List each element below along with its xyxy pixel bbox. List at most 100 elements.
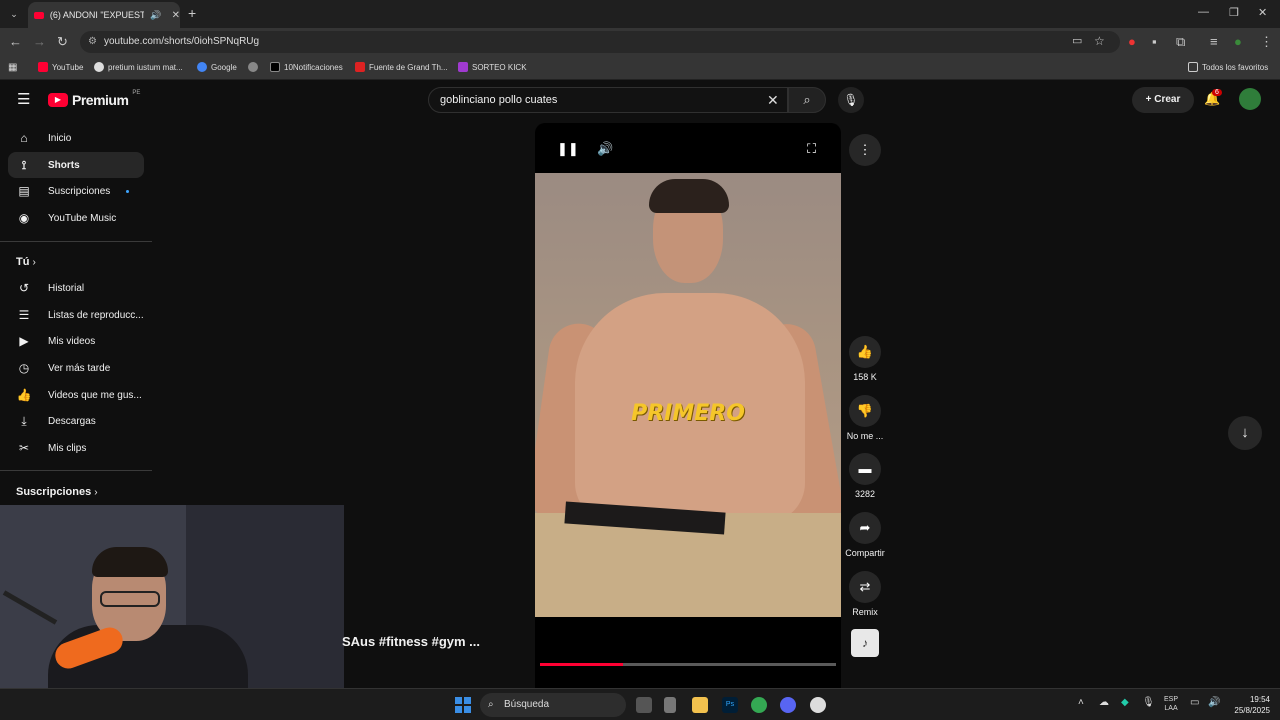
new-tab-button[interactable]: + bbox=[188, 5, 196, 21]
task-view-icon[interactable] bbox=[636, 697, 652, 713]
profile-avatar-icon[interactable]: ● bbox=[1234, 34, 1242, 49]
folder-icon bbox=[1188, 62, 1198, 72]
onedrive-icon[interactable]: ☁ bbox=[1099, 697, 1109, 708]
sidebar-section-tu[interactable]: Tú › bbox=[16, 256, 36, 268]
x-logo-icon bbox=[270, 62, 280, 72]
minimize-icon[interactable]: — bbox=[1198, 6, 1209, 18]
like-button[interactable]: 👍 bbox=[849, 336, 881, 368]
cast-icon[interactable]: ▭ bbox=[1072, 34, 1082, 47]
bookmark-grand-theft[interactable]: Fuente de Grand Th... bbox=[355, 62, 448, 72]
chrome-menu-icon[interactable]: ⋮ bbox=[1260, 34, 1273, 50]
shorts-player[interactable]: ❚❚ 🔊 ⛶ PRIMERO bbox=[535, 123, 841, 688]
search-button[interactable]: ⌕ bbox=[788, 87, 826, 113]
tray-app-icon[interactable]: ◆ bbox=[1121, 697, 1129, 708]
more-options-button[interactable]: ⋮ bbox=[849, 134, 881, 166]
close-tab-icon[interactable]: ✕ bbox=[172, 10, 180, 21]
windows-start-icon[interactable] bbox=[455, 697, 471, 713]
input-language[interactable]: ESP LAA bbox=[1164, 695, 1178, 713]
system-clock[interactable]: 19:54 25/8/2025 bbox=[1226, 694, 1270, 716]
reload-icon[interactable]: ↻ bbox=[57, 34, 68, 50]
music-note-icon: ♪ bbox=[862, 636, 868, 650]
browser-tab[interactable]: (6) ANDONI "EXPUESTO" e 🔊 ✕ bbox=[28, 2, 180, 28]
sidebar-item-videos-gustan[interactable]: 👍 Videos que me gus... bbox=[8, 382, 144, 408]
sidebar-item-ver-mas-tarde[interactable]: ◷ Ver más tarde bbox=[8, 355, 144, 381]
clear-search-icon[interactable]: ✕ bbox=[767, 88, 779, 112]
extensions-puzzle-icon[interactable]: ⧉ bbox=[1176, 34, 1185, 50]
bookmark-pretium[interactable]: pretium iustum mat... bbox=[94, 62, 183, 72]
remix-button[interactable]: ⇄ bbox=[849, 571, 881, 603]
bookmarks-bar: ▦ YouTube pretium iustum mat... Google 1… bbox=[0, 56, 1280, 80]
file-explorer-icon[interactable] bbox=[692, 697, 708, 713]
chevron-right-icon: › bbox=[32, 257, 36, 268]
share-button[interactable]: ➦ bbox=[849, 512, 881, 544]
close-window-icon[interactable]: ✕ bbox=[1258, 6, 1267, 19]
photoshop-icon[interactable]: Ps bbox=[722, 697, 738, 713]
progress-bar[interactable] bbox=[540, 663, 836, 666]
sound-thumbnail[interactable]: ♪ bbox=[851, 629, 879, 657]
bookmark-youtube[interactable]: YouTube bbox=[38, 62, 83, 72]
discord-icon[interactable] bbox=[780, 697, 796, 713]
thumbs-up-icon: 👍 bbox=[856, 344, 874, 359]
restore-icon[interactable]: ❐ bbox=[1229, 6, 1239, 19]
bookmark-google[interactable]: Google bbox=[197, 62, 237, 72]
tray-chevron-up-icon[interactable]: ˄ bbox=[1078, 697, 1084, 708]
media-controls-icon[interactable]: ≡ bbox=[1210, 34, 1218, 49]
fullscreen-icon[interactable]: ⛶ bbox=[807, 141, 816, 157]
sidebar-item-mis-videos[interactable]: ▶ Mis videos bbox=[8, 328, 144, 354]
kick-icon bbox=[458, 62, 468, 72]
create-button[interactable]: + Crear bbox=[1132, 87, 1194, 113]
sidebar-item-historial[interactable]: ↺ Historial bbox=[8, 275, 144, 301]
microphone-tray-icon[interactable]: 🎙 bbox=[1142, 697, 1155, 708]
volume-tray-icon[interactable]: 🔊 bbox=[1208, 697, 1220, 708]
short-hashtags[interactable]: SAus #fitness #gym ... bbox=[342, 634, 480, 649]
bookmark-star-icon[interactable]: ☆ bbox=[1094, 34, 1105, 48]
sidebar-item-listas[interactable]: ☰ Listas de reproducc... bbox=[8, 302, 144, 328]
watch-later-icon: ◷ bbox=[18, 361, 30, 375]
site-info-icon[interactable]: ⚙ bbox=[88, 31, 97, 53]
bookmark-globe[interactable] bbox=[248, 62, 258, 72]
video-frame[interactable]: PRIMERO bbox=[535, 173, 841, 617]
voice-search-button[interactable]: 🎙 bbox=[838, 87, 864, 113]
sidebar-item-suscripciones[interactable]: ▤ Suscripciones bbox=[8, 178, 144, 204]
sidebar-item-descargas[interactable]: ⤓ Descargas bbox=[8, 408, 144, 434]
sidebar-section-suscripciones[interactable]: Suscripciones › bbox=[16, 486, 98, 498]
arrow-down-icon: ↓ bbox=[1241, 424, 1249, 441]
extension-icon[interactable]: ▪ bbox=[1152, 34, 1157, 49]
pause-icon[interactable]: ❚❚ bbox=[557, 141, 579, 157]
play-logo-icon: ▶ bbox=[48, 93, 68, 107]
sidebar-item-mis-clips[interactable]: ✂ Mis clips bbox=[8, 435, 144, 461]
shorts-icon: ⟟ bbox=[21, 157, 27, 172]
extension-icon[interactable]: ● bbox=[1128, 34, 1136, 49]
sidebar-item-shorts[interactable]: ⟟ Shorts bbox=[8, 152, 144, 178]
youtube-premium-logo[interactable]: ▶ Premium PE bbox=[48, 90, 140, 108]
globe-icon bbox=[248, 62, 258, 72]
bookmark-notificaciones[interactable]: 10Notificaciones bbox=[270, 62, 343, 72]
search-input[interactable]: goblinciano pollo cuates ✕ bbox=[428, 87, 788, 113]
account-avatar[interactable] bbox=[1239, 88, 1261, 110]
next-short-button[interactable]: ↓ bbox=[1228, 416, 1262, 450]
search-query: goblinciano pollo cuates bbox=[440, 94, 558, 106]
hamburger-menu-icon[interactable]: ☰ bbox=[17, 90, 30, 108]
dislike-button[interactable]: 👎 bbox=[849, 395, 881, 427]
thumbs-down-icon: 👎 bbox=[856, 403, 874, 418]
network-icon[interactable]: ▭ bbox=[1190, 697, 1199, 708]
forward-icon[interactable]: → bbox=[33, 34, 46, 49]
like-count: 158 K bbox=[853, 372, 877, 382]
bookmark-sorteo-kick[interactable]: SORTEO KICK bbox=[458, 62, 527, 72]
tab-search-icon[interactable]: ⌄ bbox=[6, 6, 22, 22]
back-icon[interactable]: ← bbox=[9, 34, 22, 49]
taskbar-search[interactable]: ⌕ Búsqueda bbox=[480, 693, 626, 717]
apps-grid-icon[interactable]: ▦ bbox=[8, 62, 17, 73]
search-icon: ⌕ bbox=[803, 92, 811, 107]
my-videos-icon: ▶ bbox=[19, 334, 29, 348]
chrome-icon[interactable] bbox=[751, 697, 767, 713]
audio-playing-icon[interactable]: 🔊 bbox=[150, 10, 161, 21]
address-bar[interactable]: ⚙ youtube.com/shorts/0iohSPNqRUg bbox=[80, 31, 1120, 53]
all-bookmarks-folder[interactable]: Todos los favoritos bbox=[1188, 62, 1268, 72]
sidebar-item-inicio[interactable]: ⌂ Inicio bbox=[8, 125, 144, 151]
app-icon[interactable] bbox=[810, 697, 826, 713]
app-icon[interactable] bbox=[664, 697, 676, 713]
sidebar-item-youtube-music[interactable]: ◉ YouTube Music bbox=[8, 205, 144, 231]
comments-button[interactable]: ▬ bbox=[849, 453, 881, 485]
volume-icon[interactable]: 🔊 bbox=[597, 141, 613, 157]
